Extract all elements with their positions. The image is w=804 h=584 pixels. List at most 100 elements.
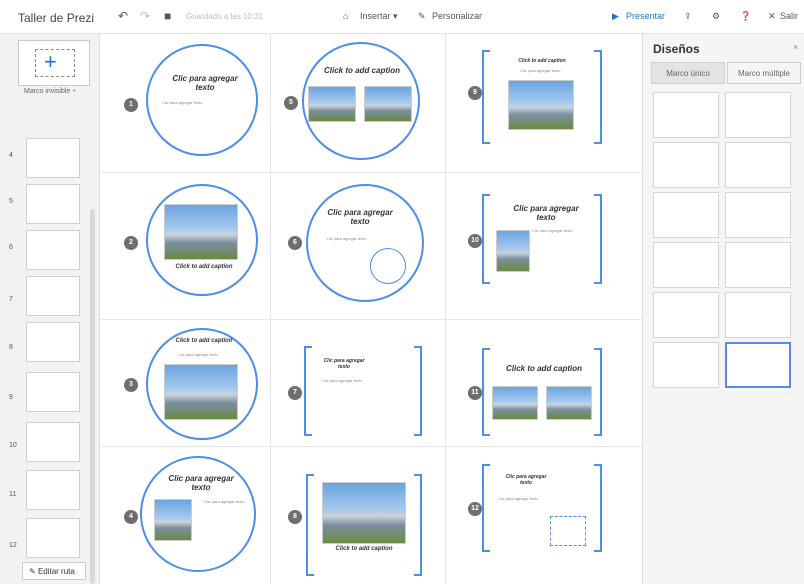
bracket-left [482, 194, 490, 284]
customize-menu[interactable]: Personalizar [432, 11, 482, 21]
layout-bracket-text[interactable] [725, 92, 791, 138]
share-icon[interactable]: ⇪ [684, 11, 692, 22]
top-bar: Taller de Prezi ↶ ↷ ■ Guardado a las 10:… [0, 0, 804, 34]
thumb-number: 7 [9, 296, 13, 303]
circle-frame[interactable] [306, 184, 424, 302]
play-icon[interactable]: ▶ [612, 11, 619, 22]
frame-caption[interactable]: Clic para agregar texto [320, 358, 368, 370]
add-frame-button[interactable]: + [18, 40, 90, 86]
pencil-icon: ✎ [29, 567, 36, 576]
insert-icon[interactable]: ⌂ [343, 11, 348, 21]
thumbnail-frame[interactable] [26, 276, 80, 316]
saved-status: Guardado a las 10:31 [186, 12, 263, 21]
frame-caption[interactable]: Click to add caption [502, 58, 582, 64]
frame-subtext[interactable]: Clic para agregar texto [178, 352, 218, 357]
layout-circle-image-side[interactable] [653, 242, 719, 288]
frame-type-select[interactable]: Marco invisible ÷ [24, 88, 76, 95]
layout-bracket-image[interactable] [725, 142, 791, 188]
landscape-image[interactable] [308, 86, 356, 122]
frame-caption[interactable]: Clic para agregar texto [500, 474, 552, 486]
insert-menu[interactable]: Insertar ▾ [360, 11, 398, 22]
pencil-icon[interactable]: ✎ [418, 11, 426, 22]
nested-circle-frame[interactable] [370, 248, 406, 284]
thumbnail-frame[interactable] [26, 184, 80, 224]
landscape-image[interactable] [492, 386, 538, 420]
layout-circle-nested[interactable] [653, 342, 719, 388]
frames-sidebar: + Marco invisible ÷ 4 5 6 7 8 9 10 11 12 [0, 34, 100, 584]
redo-icon[interactable]: ↷ [140, 9, 150, 23]
layouts-panel: Diseños × Marco único Marco múltiple [642, 34, 804, 584]
frame-number: 2 [124, 236, 138, 250]
landscape-image[interactable] [154, 499, 192, 541]
save-icon[interactable]: ■ [164, 9, 171, 23]
frame-caption[interactable]: Clic para agregar texto [166, 474, 236, 492]
frame-number: 5 [284, 96, 298, 110]
thumb-number: 4 [9, 152, 13, 159]
frame-subtext[interactable]: Clic para agregar texto [162, 100, 202, 105]
layout-circle-image[interactable] [653, 142, 719, 188]
layout-bracket-image-text[interactable] [725, 192, 791, 238]
thumb-number: 6 [9, 244, 13, 251]
landscape-image[interactable] [322, 482, 406, 544]
grid-line [270, 34, 271, 584]
layout-circle-text[interactable] [653, 92, 719, 138]
thumbnail-frame[interactable] [26, 470, 80, 510]
panel-close-icon[interactable]: × [793, 42, 798, 52]
edit-path-button[interactable]: ✎ Editar ruta [22, 562, 86, 580]
landscape-image[interactable] [546, 386, 592, 420]
canvas[interactable]: 1 Clic para agregar texto Clic para agre… [100, 34, 642, 584]
frame-number: 4 [124, 510, 138, 524]
layout-bracket-two-images[interactable] [725, 292, 791, 338]
thumbnail-frame[interactable] [26, 322, 80, 362]
frame-number: 6 [288, 236, 302, 250]
frame-caption[interactable]: Clic para agregar texto [172, 74, 238, 92]
frame-caption[interactable]: Click to add caption [164, 338, 244, 344]
thumbnail-frame[interactable] [26, 372, 80, 412]
undo-icon[interactable]: ↶ [118, 9, 128, 23]
close-icon[interactable]: ✕ [768, 11, 776, 22]
thumbnail-frame[interactable] [26, 422, 80, 462]
panel-title: Diseños [653, 42, 700, 56]
frame-subtext[interactable]: Clic para agregar texto [498, 496, 538, 501]
frame-caption[interactable]: Click to add caption [496, 364, 592, 373]
landscape-image[interactable] [496, 230, 530, 272]
thumbnail-frame[interactable] [26, 230, 80, 270]
tab-multiple-frame[interactable]: Marco múltiple [727, 62, 801, 84]
frame-caption[interactable]: Clic para agregar texto [324, 208, 396, 226]
thumbnail-frame[interactable] [26, 518, 80, 558]
landscape-image[interactable] [164, 364, 238, 420]
app-title: Taller de Prezi [18, 11, 95, 25]
landscape-image[interactable] [508, 80, 574, 130]
grid-line [100, 172, 642, 173]
frame-subtext[interactable]: Clic para agregar texto [532, 228, 572, 233]
layout-circle-image-text[interactable] [653, 192, 719, 238]
layout-circle-two-images[interactable] [653, 292, 719, 338]
frame-subtext[interactable]: Clic para agregar texto [204, 499, 244, 504]
landscape-image[interactable] [164, 204, 238, 260]
frame-number: 7 [288, 386, 302, 400]
layout-bracket-image-side[interactable] [725, 242, 791, 288]
tab-single-frame[interactable]: Marco único [651, 62, 725, 84]
frame-caption[interactable]: Click to add caption [164, 264, 244, 270]
grid-line [445, 34, 446, 584]
frame-subtext[interactable]: Clic para agregar texto [520, 68, 560, 73]
bracket-left [306, 474, 314, 576]
frame-caption[interactable]: Clic para agregar texto [508, 204, 584, 222]
grid-line [100, 446, 642, 447]
nested-bracket-frame[interactable] [550, 516, 586, 546]
help-icon[interactable]: ❓ [740, 11, 751, 22]
present-button[interactable]: Presentar [626, 11, 665, 21]
sidebar-scrollbar[interactable] [90, 209, 95, 584]
frame-subtext[interactable]: Clic para agregar texto [322, 378, 362, 383]
layout-bracket-nested[interactable] [725, 342, 791, 388]
bracket-right [414, 346, 422, 436]
settings-icon[interactable]: ⚙ [712, 11, 720, 22]
exit-button[interactable]: Salir [780, 11, 798, 21]
frame-number: 12 [468, 502, 482, 516]
frame-caption[interactable]: Click to add caption [322, 546, 406, 552]
frame-caption[interactable]: Click to add caption [314, 66, 410, 75]
frame-subtext[interactable]: Clic para agregar texto [326, 236, 366, 241]
frame-number: 10 [468, 234, 482, 248]
landscape-image[interactable] [364, 86, 412, 122]
thumbnail-frame[interactable] [26, 138, 80, 178]
